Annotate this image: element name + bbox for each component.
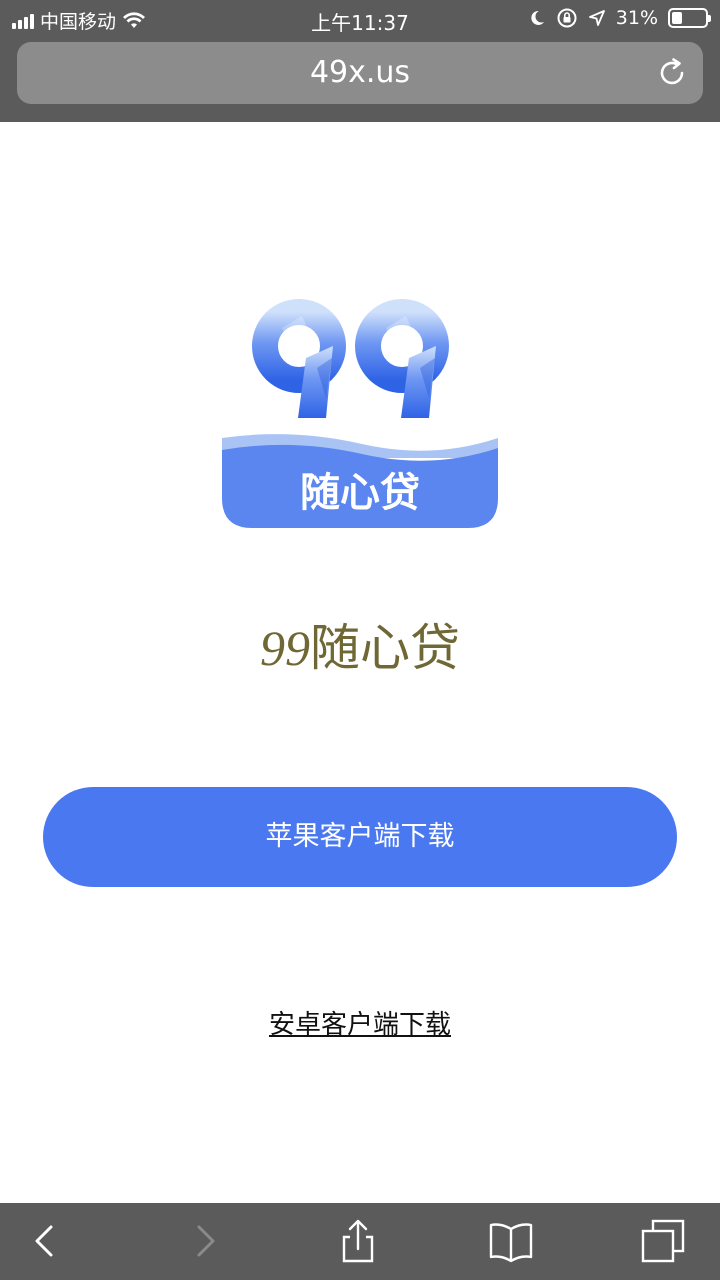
orientation-lock-icon (557, 8, 577, 28)
forward-icon[interactable] (182, 1219, 226, 1263)
bookmarks-icon[interactable] (489, 1219, 533, 1263)
moon-icon (531, 10, 544, 25)
browser-top-chrome: 中国移动 上午11:37 31% 49x.us (0, 0, 720, 122)
app-title-number: 99 (260, 620, 310, 676)
battery-icon (668, 8, 711, 28)
tabs-icon[interactable] (641, 1219, 685, 1263)
share-icon[interactable] (336, 1219, 380, 1263)
back-icon[interactable] (24, 1219, 68, 1263)
browser-bottom-toolbar (0, 1203, 720, 1280)
reload-icon[interactable] (655, 56, 689, 90)
app-title-name: 随心贷 (310, 619, 460, 677)
status-right: 31% (528, 7, 711, 29)
app-logo: 随心贷 (222, 299, 498, 528)
logo-digit-nine-2 (355, 299, 449, 418)
logo-text: 随心贷 (300, 470, 420, 516)
ios-download-button[interactable]: 苹果客户端下载 (43, 787, 677, 887)
app-title: 99随心贷 (0, 608, 720, 680)
location-arrow-icon (588, 10, 605, 26)
address-bar[interactable]: 49x.us (17, 42, 703, 104)
logo-digit-nine-1 (252, 299, 346, 418)
android-download-link[interactable]: 安卓客户端下载 (269, 1010, 451, 1040)
battery-percent: 31% (615, 7, 658, 29)
android-download-row: 安卓客户端下载 (0, 1004, 720, 1041)
url-text[interactable]: 49x.us (17, 42, 703, 104)
battery-fill (672, 12, 682, 24)
status-bar: 中国移动 上午11:37 31% (0, 0, 720, 38)
